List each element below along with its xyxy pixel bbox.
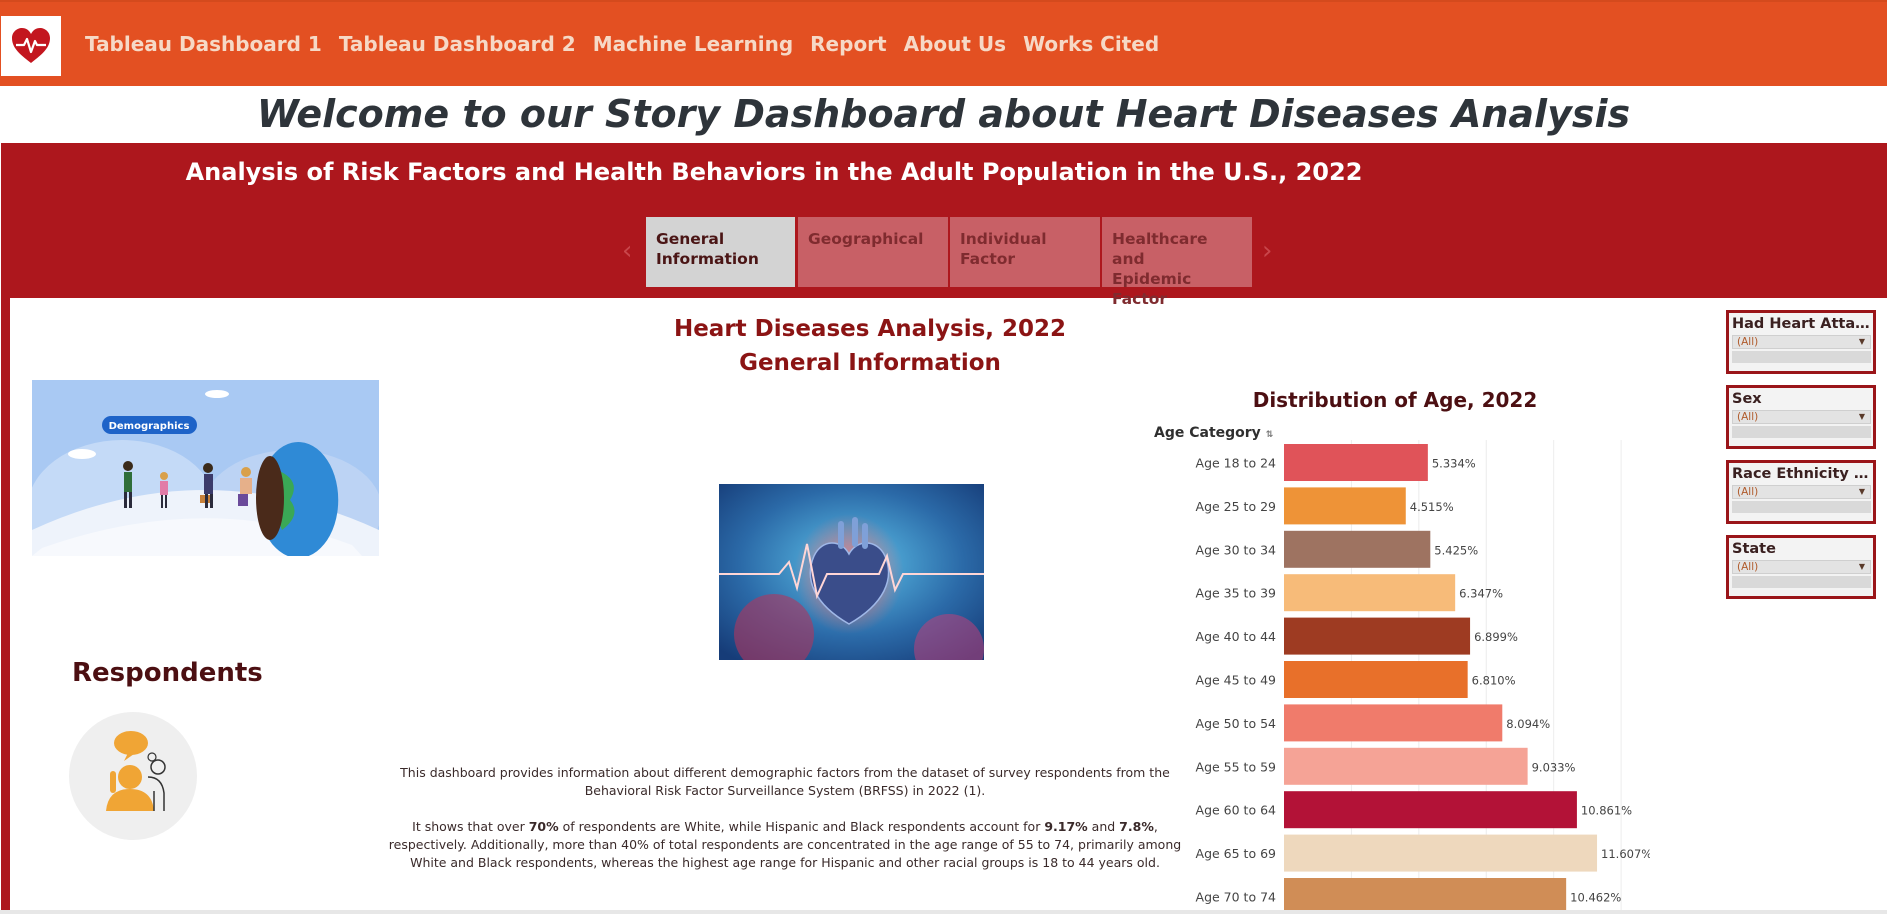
age-bar-value-label: 5.425%	[1434, 543, 1478, 557]
nav-links: Tableau Dashboard 1 Tableau Dashboard 2 …	[85, 32, 1159, 56]
filter-had-heart-attack: Had Heart Attack (All) ▼	[1726, 310, 1876, 374]
age-bar[interactable]	[1284, 487, 1406, 525]
age-bar-value-label: 8.094%	[1506, 717, 1550, 731]
age-category-label: Age 50 to 54	[1196, 716, 1277, 731]
age-category-label: Age 70 to 74	[1196, 890, 1277, 905]
filter-race-ethnicity: Race Ethnicity Ca... (All)▼	[1726, 460, 1876, 524]
age-bar-value-label: 10.462%	[1570, 891, 1621, 905]
story-prev-arrow[interactable]: ‹	[622, 236, 632, 266]
age-bar[interactable]	[1284, 574, 1456, 612]
nav-link-works-cited[interactable]: Works Cited	[1023, 32, 1159, 56]
filter-race-ethnicity-dropdown[interactable]: (All) ▼	[1732, 485, 1871, 499]
tab-general-information[interactable]: General Information	[646, 217, 795, 287]
age-bar-value-label: 6.810%	[1472, 674, 1516, 688]
filter-state-dropdown[interactable]: (All) ▼	[1732, 560, 1871, 574]
heart-pulse-icon	[12, 28, 50, 63]
filter-sex-dropdown[interactable]: (All) ▼	[1732, 410, 1871, 424]
caret-down-icon: ▼	[1858, 487, 1865, 496]
age-bar-value-label: 5.334%	[1432, 457, 1476, 471]
caret-down-icon: ▼	[1858, 412, 1865, 421]
age-bar[interactable]	[1284, 617, 1471, 655]
story-title: Analysis of Risk Factors and Health Beha…	[185, 158, 1363, 186]
demographics-tag: Demographics	[109, 421, 190, 432]
age-category-label: Age 40 to 44	[1196, 629, 1277, 644]
respondents-heading: Respondents	[72, 658, 263, 688]
age-bar[interactable]	[1284, 747, 1528, 785]
left-border	[1, 298, 10, 914]
description-paragraph-1: This dashboard provides information abou…	[400, 765, 1170, 798]
dashboard-title: Heart Diseases Analysis, 2022 General In…	[673, 316, 1067, 376]
age-category-label: Age 55 to 59	[1196, 759, 1277, 774]
age-bar-value-label: 11.607%	[1601, 847, 1650, 861]
sort-icon[interactable]: ⇅	[1266, 430, 1274, 440]
respondents-icon	[69, 712, 197, 840]
welcome-heading: Welcome to our Story Dashboard about Hea…	[256, 92, 1631, 136]
story-next-arrow[interactable]: ›	[1262, 236, 1272, 266]
age-category-label: Age 45 to 49	[1196, 673, 1277, 688]
caret-down-icon: ▼	[1858, 562, 1865, 571]
filter-state: State (All) ▼	[1726, 535, 1876, 599]
tab-healthcare-epidemic-factor[interactable]: Healthcare and Epidemic Factor	[1102, 217, 1252, 308]
age-category-label: Age 65 to 69	[1196, 846, 1277, 861]
filter-had-heart-attack-dropdown[interactable]: (All) ▼	[1732, 335, 1871, 349]
tab-geographical[interactable]: Geographical	[798, 217, 948, 287]
age-distribution-chart: Age 18 to 24 5.334% Age 25 to 29 4.515% Age …	[1196, 440, 1650, 910]
age-bar-value-label: 4.515%	[1410, 500, 1454, 514]
age-bar-value-label: 10.861%	[1581, 804, 1632, 818]
age-bar[interactable]	[1284, 791, 1577, 829]
age-bar[interactable]	[1284, 704, 1503, 742]
age-bar-value-label: 6.899%	[1474, 630, 1518, 644]
age-bar[interactable]	[1284, 661, 1468, 698]
chart-title: Distribution of Age, 2022	[1252, 388, 1538, 412]
age-bar-value-label: 6.347%	[1459, 587, 1503, 601]
nav-link-tableau-dashboard-2[interactable]: Tableau Dashboard 2	[339, 32, 576, 56]
nav-link-report[interactable]: Report	[810, 32, 886, 56]
nav-link-tableau-dashboard-1[interactable]: Tableau Dashboard 1	[85, 32, 322, 56]
age-bar[interactable]	[1284, 530, 1431, 568]
age-category-label: Age 18 to 24	[1196, 456, 1277, 471]
nav-link-about-us[interactable]: About Us	[904, 32, 1006, 56]
age-bar-value-label: 9.033%	[1532, 760, 1576, 774]
caret-down-icon: ▼	[1858, 337, 1865, 346]
age-category-label: Age 25 to 29	[1196, 499, 1277, 514]
description-paragraph-2: It shows that over 70% of respondents ar…	[388, 819, 1182, 870]
nav-link-machine-learning[interactable]: Machine Learning	[593, 32, 793, 56]
top-navbar: Tableau Dashboard 1 Tableau Dashboard 2 …	[0, 0, 1887, 86]
filter-sex: Sex (All) ▼	[1726, 385, 1876, 449]
heart-logo[interactable]	[1, 16, 61, 76]
age-bar[interactable]	[1284, 444, 1428, 481]
age-bar[interactable]	[1284, 878, 1567, 910]
age-category-label: Age 35 to 39	[1196, 586, 1277, 601]
heart-image	[719, 484, 984, 660]
tab-individual-factor[interactable]: Individual Factor	[950, 217, 1100, 287]
chart-axis-title[interactable]: Age Category ⇅	[1154, 425, 1273, 441]
bottom-border	[0, 910, 1887, 914]
dashboard-description: This dashboard provides information abou…	[385, 764, 1185, 872]
age-category-label: Age 60 to 64	[1196, 803, 1277, 818]
age-bar[interactable]	[1284, 834, 1598, 872]
age-category-label: Age 30 to 34	[1196, 542, 1277, 557]
demographics-illustration: Demographics	[32, 380, 379, 556]
